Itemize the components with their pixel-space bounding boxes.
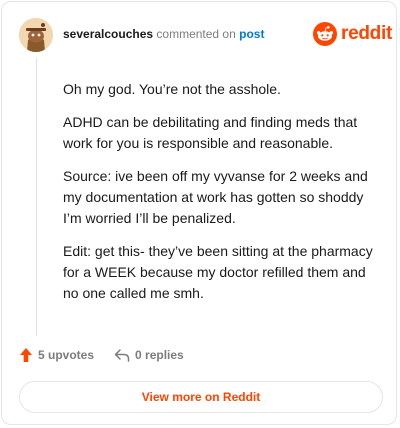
comment-embed-card: severalcouches commented on post reddit … <box>1 1 397 425</box>
comment-paragraph: Edit: get this- they’ve been sitting at … <box>63 243 373 301</box>
view-more-label: View more on Reddit <box>141 390 261 404</box>
comment-paragraph: Source: ive been off my vyvanse for 2 we… <box>63 168 368 226</box>
snoo-avatar-icon <box>19 18 53 52</box>
comment-paragraph: ADHD can be debilitating and finding med… <box>63 114 358 151</box>
reddit-snoo-icon <box>313 22 337 46</box>
thread-line <box>36 58 37 336</box>
user-avatar[interactable] <box>19 18 53 52</box>
comment-paragraph: Oh my god. You’re not the asshole. <box>63 81 281 97</box>
upvote-button[interactable]: 5 upvotes <box>19 347 94 363</box>
replies-button[interactable]: 0 replies <box>114 348 184 362</box>
reddit-logo[interactable]: reddit <box>313 22 392 46</box>
reply-count: 0 replies <box>135 348 184 362</box>
post-link[interactable]: post <box>239 27 264 41</box>
username-link[interactable]: severalcouches <box>63 27 153 41</box>
view-more-button[interactable]: View more on Reddit <box>19 381 383 413</box>
upvote-arrow-icon <box>20 348 32 362</box>
upvote-count: 5 upvotes <box>38 348 95 362</box>
comment-body: Oh my god. You’re not the asshole. ADHD … <box>63 79 383 316</box>
comment-actions: 5 upvotes 0 replies <box>19 347 184 363</box>
reddit-wordmark: reddit <box>341 23 392 44</box>
commented-on-text: commented on <box>156 27 236 41</box>
comment-header: severalcouches commented on post <box>63 26 264 42</box>
reply-arrow-icon <box>114 349 130 362</box>
